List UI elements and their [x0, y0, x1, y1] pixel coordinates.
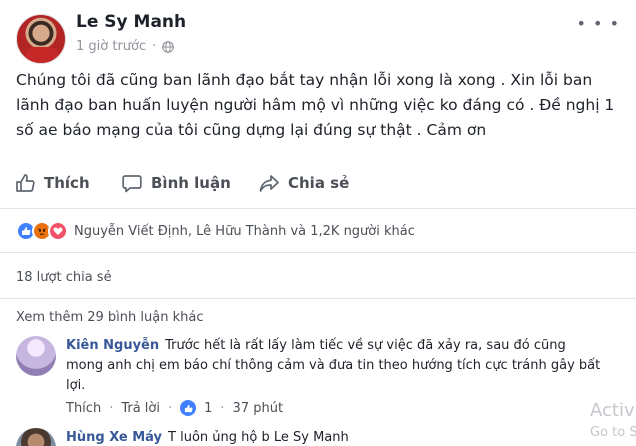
watermark-line: Activ	[590, 400, 635, 421]
comment-reply-button[interactable]: Trả lời	[121, 401, 160, 416]
divider	[0, 208, 636, 209]
share-label: Chia sẻ	[288, 174, 350, 192]
share-count[interactable]: 18 lượt chia sẻ	[16, 270, 112, 285]
comment-icon	[122, 175, 142, 193]
comment-text: Kiên Nguyễn Trước hết là rất lấy làm tiếc…	[66, 336, 606, 396]
commenter-avatar[interactable]	[16, 428, 56, 446]
post-meta: 1 giờ trước ·	[76, 39, 175, 54]
post-text: Chúng tôi đã cũng ban lãnh đạo bắt tay n…	[16, 71, 615, 139]
comment-like-count[interactable]: 1	[204, 401, 212, 416]
divider	[0, 298, 636, 299]
comment-like-button[interactable]: Thích	[66, 401, 101, 416]
comment-label: Bình luận	[151, 174, 231, 192]
activation-watermark: Activ Go to S	[590, 400, 636, 444]
author-avatar[interactable]	[16, 14, 66, 64]
view-more-comments-link[interactable]: Xem thêm 29 bình luận khác	[16, 310, 203, 325]
commenter-name[interactable]: Kiên Nguyễn	[66, 338, 159, 353]
comment-text: Hùng Xe Máy T luôn ủng hộ b Le Sy Manh	[66, 428, 606, 446]
thumbs-up-icon	[180, 400, 197, 416]
love-reaction-icon	[48, 221, 68, 241]
globe-icon[interactable]	[162, 40, 175, 53]
comment-time[interactable]: 37 phút	[233, 401, 284, 416]
comment-button[interactable]: Bình luận	[121, 166, 231, 200]
comment-actions: Thích · Trả lời · 1 · 37 phút	[66, 400, 284, 416]
like-label: Thích	[44, 174, 90, 192]
more-options-icon[interactable]: • • •	[577, 14, 620, 33]
post-header: Le Sy Manh 1 giờ trước · • • •	[16, 10, 620, 64]
commenter-name[interactable]: Hùng Xe Máy	[66, 430, 162, 445]
commenter-avatar[interactable]	[16, 336, 56, 376]
author-name[interactable]: Le Sy Manh	[76, 12, 186, 32]
thumbs-up-icon	[16, 174, 35, 192]
divider	[0, 252, 636, 253]
reaction-names[interactable]: Nguyễn Viết Định, Lê Hữu Thành và 1,2K n…	[74, 224, 415, 239]
watermark-line: Go to S	[590, 425, 636, 440]
comment-item: Kiên Nguyễn Trước hết là rất lấy làm tiếc…	[16, 336, 620, 420]
post-actions: Thích Bình luận Chia sẻ	[0, 166, 636, 200]
reactions-summary[interactable]: Nguyễn Viết Định, Lê Hữu Thành và 1,2K n…	[16, 220, 415, 242]
comment-body: T luôn ủng hộ b Le Sy Manh	[168, 430, 349, 445]
share-button[interactable]: Chia sẻ	[258, 166, 349, 200]
post-time[interactable]: 1 giờ trước	[76, 39, 146, 54]
share-arrow-icon	[259, 175, 279, 192]
comment-item: Hùng Xe Máy T luôn ủng hộ b Le Sy Manh	[16, 428, 620, 446]
like-button[interactable]: Thích	[14, 166, 90, 200]
